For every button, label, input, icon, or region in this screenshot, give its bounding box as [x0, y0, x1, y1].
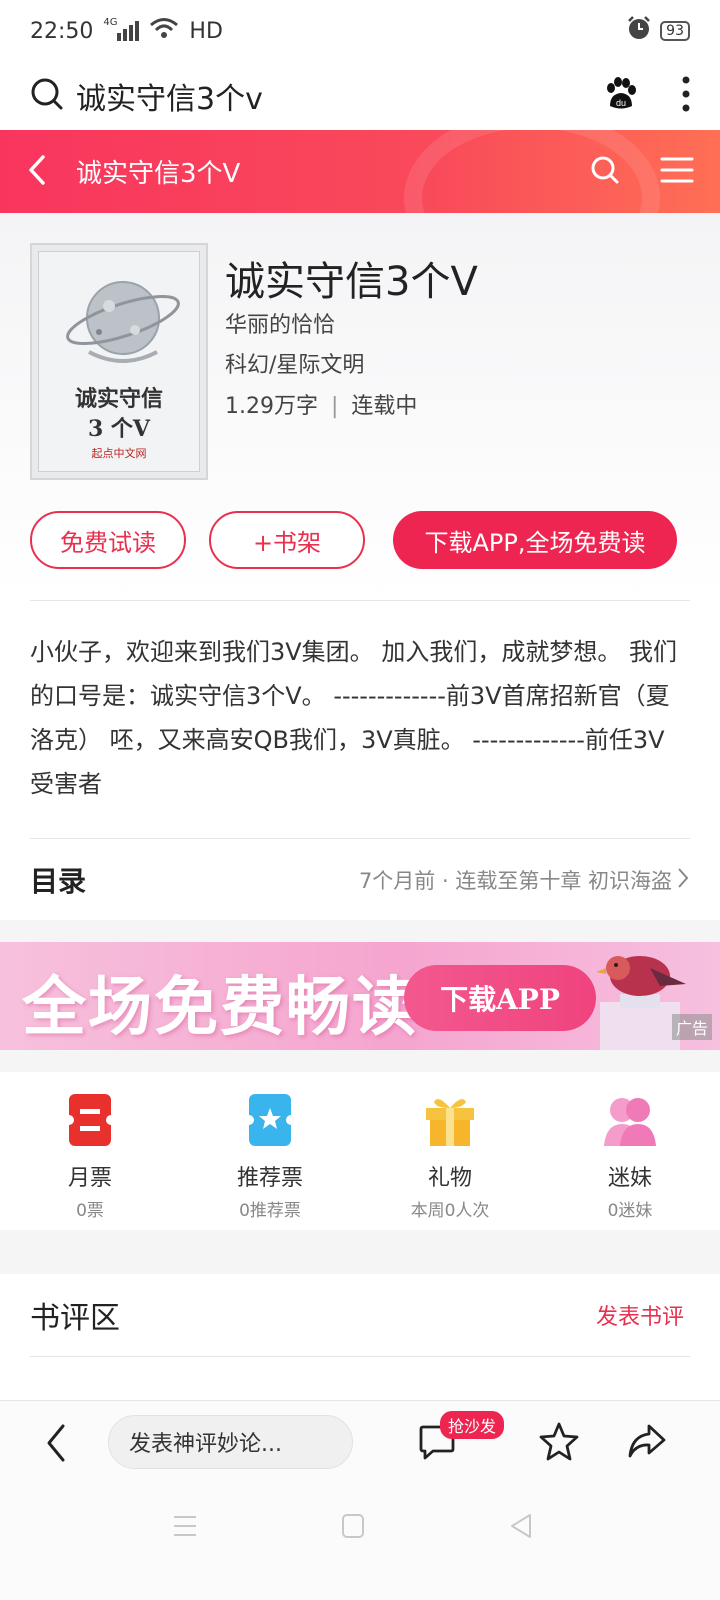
nav-home-icon[interactable] — [341, 1513, 365, 1543]
ad-download-button[interactable]: 下载APP — [404, 965, 596, 1031]
signal-icon: 4G — [103, 17, 140, 41]
star-icon[interactable] — [539, 1421, 579, 1465]
recommend-ticket-icon — [244, 1092, 296, 1152]
browser-query[interactable]: 诚实守信3个v — [76, 74, 263, 118]
review-header: 书评区 发表书评 — [0, 1274, 720, 1356]
cover-title: 诚实守信 3 个V — [39, 384, 199, 444]
bottom-toolbar: 发表神评妙论... 抢沙发 — [0, 1400, 720, 1482]
vote-item-monthly-ticket[interactable]: 月票 0票 — [0, 1072, 180, 1230]
add-to-shelf-button[interactable]: +书架 — [209, 511, 365, 569]
status-bar: 22:50 4G HD 93 — [0, 0, 720, 62]
free-trial-button[interactable]: 免费试读 — [30, 511, 186, 569]
meta-separator: | — [331, 394, 339, 419]
table-of-contents-link[interactable]: 目录 7个月前 · 连载至第十章 初识海盗 — [0, 840, 720, 920]
menu-icon[interactable] — [660, 156, 694, 188]
header-title: 诚实守信3个V — [76, 159, 241, 189]
ad-headline: 全场免费畅读 — [22, 970, 418, 1045]
serial-status: 连载中 — [351, 394, 418, 419]
wifi-icon — [149, 17, 179, 45]
vote-label: 礼物 — [427, 1166, 472, 1191]
comment-placeholder: 发表神评妙论... — [129, 1432, 282, 1457]
vote-count: 本周0人次 — [410, 1201, 490, 1221]
divider — [30, 1356, 690, 1357]
book-cover[interactable]: 诚实守信 3 个V 起点中文网 — [30, 243, 208, 480]
word-count: 1.29万字 — [225, 394, 318, 419]
vote-panel: 月票 0票 推荐票 0推荐票 礼物 本周0人次 迷妹 0迷妹 — [0, 1072, 720, 1230]
chevron-right-icon — [676, 866, 690, 895]
baidu-paw-icon[interactable]: du — [602, 76, 638, 116]
nav-back-icon[interactable] — [508, 1512, 534, 1544]
vote-item-gift[interactable]: 礼物 本周0人次 — [360, 1072, 540, 1230]
section-gap — [0, 920, 720, 942]
planet-illustration — [66, 281, 180, 363]
svg-text:du: du — [616, 98, 626, 108]
gift-icon — [422, 1092, 478, 1152]
book-intro: 小伙子，欢迎来到我们3V集团。 加入我们，成就梦想。 我们的口号是：诚实守信3个… — [30, 638, 677, 798]
browser-search-bar[interactable]: 诚实守信3个v du — [0, 62, 720, 130]
network-type: 4G — [103, 17, 118, 28]
ad-tag: 广告 — [671, 1014, 712, 1040]
review-title: 书评区 — [30, 1301, 120, 1336]
header-actions — [590, 155, 694, 189]
sofa-badge: 抢沙发 — [440, 1411, 505, 1439]
toc-meta: 7个月前 · 连载至第十章 初识海盗 — [359, 865, 690, 895]
toc-title: 目录 — [30, 865, 87, 898]
ad-banner[interactable]: 全场免费畅读 下载APP 广告 — [0, 942, 720, 1050]
cover-title-line2: 3 个V — [87, 416, 151, 442]
latest-chapter: 7个月前 · 连载至第十章 初识海盗 — [358, 869, 672, 893]
book-meta: 1.29万字 | 连载中 — [225, 388, 417, 420]
battery-indicator: 93 — [660, 21, 690, 41]
site-header: 诚实守信3个V — [0, 130, 720, 213]
section-gap — [0, 1230, 720, 1274]
vote-item-fans[interactable]: 迷妹 0迷妹 — [540, 1072, 720, 1230]
download-app-button[interactable]: 下载APP,全场免费读 — [393, 511, 677, 569]
status-right: 93 — [626, 15, 690, 47]
book-title: 诚实守信3个V — [225, 259, 478, 305]
cover-publisher: 起点中文网 — [91, 447, 147, 460]
vote-count: 0推荐票 — [239, 1201, 301, 1221]
monthly-ticket-icon — [64, 1092, 116, 1152]
search-icon — [30, 77, 64, 115]
vote-count: 0迷妹 — [607, 1201, 653, 1221]
book-author[interactable]: 华丽的恰恰 — [225, 307, 335, 339]
vote-count: 0票 — [76, 1201, 104, 1221]
book-info: 诚实守信 3 个V 起点中文网 诚实守信3个V 华丽的恰恰 科幻/星际文明 1.… — [0, 213, 720, 601]
fans-icon — [602, 1092, 658, 1152]
nav-menu-icon[interactable] — [172, 1514, 198, 1542]
post-review-link[interactable]: 发表书评 — [596, 1299, 684, 1331]
book-genre[interactable]: 科幻/星际文明 — [225, 347, 364, 379]
browser-actions: du — [602, 76, 690, 116]
divider — [30, 600, 690, 601]
vote-label: 推荐票 — [236, 1166, 303, 1191]
cover-artwork: 诚实守信 3 个V 起点中文网 — [38, 251, 200, 472]
hd-badge: HD — [189, 18, 223, 44]
header-search-icon[interactable] — [590, 155, 620, 189]
divider — [30, 838, 690, 839]
system-nav-bar — [0, 1482, 720, 1600]
back-arrow-icon[interactable] — [26, 153, 48, 191]
more-vertical-icon[interactable] — [682, 76, 690, 116]
cover-title-line1: 诚实守信 — [74, 386, 163, 412]
share-icon[interactable] — [627, 1421, 667, 1465]
vote-item-recommend-ticket[interactable]: 推荐票 0推荐票 — [180, 1072, 360, 1230]
status-time: 22:50 — [30, 18, 94, 44]
vote-label: 迷妹 — [607, 1166, 652, 1191]
section-gap — [0, 1050, 720, 1072]
toolbar-back-icon[interactable] — [44, 1423, 68, 1467]
comment-input[interactable]: 发表神评妙论... — [108, 1415, 353, 1469]
alarm-icon — [626, 15, 652, 47]
vote-label: 月票 — [67, 1166, 112, 1191]
status-left: 22:50 4G HD — [30, 17, 223, 45]
